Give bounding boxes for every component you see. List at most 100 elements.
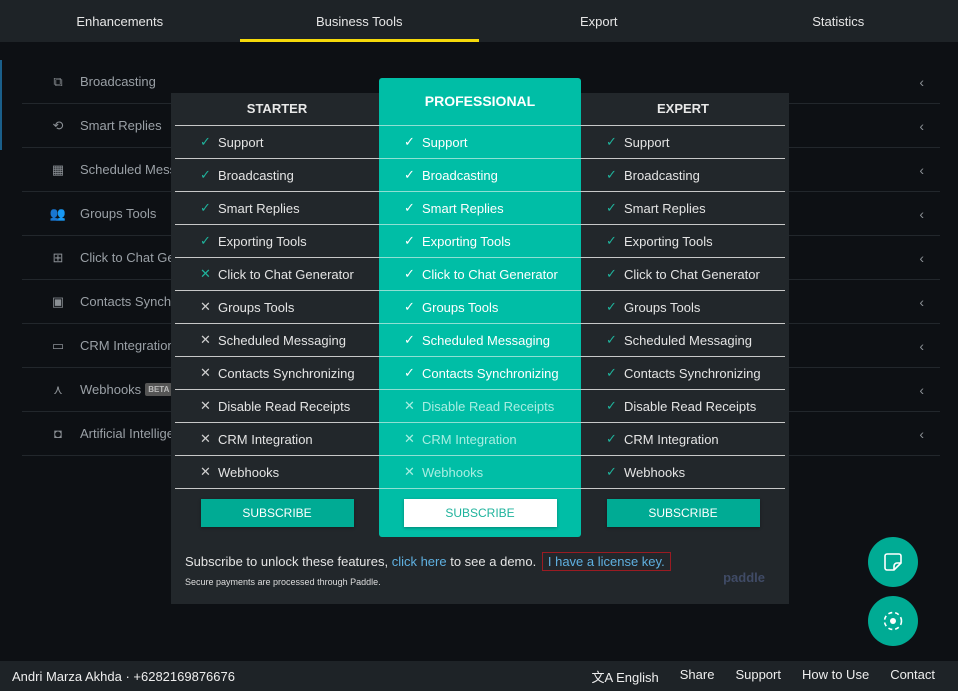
check-icon: ✓ bbox=[404, 332, 415, 347]
subscribe-button[interactable]: SUBSCRIBE bbox=[403, 499, 557, 527]
feature-name: Exporting Tools bbox=[624, 233, 713, 249]
feature-row: ✓ Exporting Tools bbox=[379, 224, 581, 257]
check-icon: ✓ bbox=[606, 332, 617, 347]
contact-link[interactable]: Contact bbox=[890, 667, 935, 686]
footer-text-1: Subscribe to unlock these features, bbox=[185, 554, 392, 569]
subscribe-button[interactable]: SUBSCRIBE bbox=[606, 499, 760, 527]
subscribe-button[interactable]: SUBSCRIBE bbox=[200, 499, 354, 527]
feature-name: Smart Replies bbox=[624, 200, 706, 216]
feature-name: Click to Chat Generator bbox=[422, 266, 558, 282]
webhook-icon: ⋏ bbox=[53, 381, 63, 397]
feature-name: Groups Tools bbox=[218, 299, 295, 315]
sidebar-item-label: Contacts Synchr bbox=[80, 294, 176, 309]
check-icon: ✓ bbox=[404, 200, 415, 215]
tab-statistics[interactable]: Statistics bbox=[719, 0, 958, 42]
feature-row: ✓ Smart Replies bbox=[379, 191, 581, 224]
feature-row: ✓ Scheduled Messaging bbox=[581, 323, 785, 356]
feature-name: Scheduled Messaging bbox=[422, 332, 550, 348]
chevron-left-icon[interactable]: ‹ bbox=[919, 118, 924, 134]
tab-export[interactable]: Export bbox=[479, 0, 719, 42]
chevron-left-icon[interactable]: ‹ bbox=[919, 74, 924, 90]
user-info: Andri Marza Akhda · +6282169876676 bbox=[12, 668, 235, 684]
sidebar-item-label: Webhooks bbox=[80, 382, 142, 397]
feature-row: ✕ Groups Tools bbox=[175, 290, 379, 323]
check-icon: ✓ bbox=[606, 266, 617, 281]
language-selector[interactable]: 文A English bbox=[592, 667, 659, 686]
feature-row: ✓ Groups Tools bbox=[379, 290, 581, 323]
footer-text-2: to see a demo. bbox=[446, 554, 537, 569]
chevron-left-icon[interactable]: ‹ bbox=[919, 426, 924, 442]
feature-row: ✓ Exporting Tools bbox=[581, 224, 785, 257]
feature-name: CRM Integration bbox=[218, 431, 313, 447]
license-key-link[interactable]: I have a license key. bbox=[541, 552, 671, 571]
feature-row: ✓ Click to Chat Generator bbox=[379, 257, 581, 290]
feature-row: ✓ Broadcasting bbox=[581, 158, 785, 191]
feature-row: ✓ Support bbox=[581, 125, 785, 158]
feature-row: ✕ CRM Integration bbox=[175, 422, 379, 455]
feature-row: ✕ CRM Integration bbox=[379, 422, 581, 455]
support-link[interactable]: Support bbox=[735, 667, 781, 686]
chevron-left-icon[interactable]: ‹ bbox=[919, 338, 924, 354]
focus-icon bbox=[883, 611, 903, 631]
feature-row: ✓ Click to Chat Generator bbox=[581, 257, 785, 290]
feature-row: ✕ Scheduled Messaging bbox=[175, 323, 379, 356]
sidebar-item-label: Broadcasting bbox=[80, 74, 156, 89]
feature-name: Webhooks bbox=[422, 464, 484, 480]
status-bar: Andri Marza Akhda · +6282169876676 文A En… bbox=[0, 661, 958, 691]
smart-replies-icon: ⟲ bbox=[52, 117, 64, 133]
chevron-left-icon[interactable]: ‹ bbox=[919, 162, 924, 178]
groups-icon: 👥 bbox=[49, 205, 67, 221]
feature-name: Click to Chat Generator bbox=[624, 266, 760, 282]
capture-button[interactable] bbox=[868, 596, 918, 646]
plan-expert-column: EXPERT ✓ Support ✓ Broadcasting ✓ Smart Replie… bbox=[581, 93, 785, 527]
demo-link[interactable]: click here bbox=[392, 554, 447, 569]
check-icon: ✓ bbox=[404, 167, 415, 182]
chevron-left-icon[interactable]: ‹ bbox=[919, 294, 924, 310]
how-to-use-link[interactable]: How to Use bbox=[802, 667, 869, 686]
language-label: English bbox=[616, 669, 659, 685]
chevron-left-icon[interactable]: ‹ bbox=[919, 250, 924, 266]
sidebar-item-label: Smart Replies bbox=[80, 118, 162, 133]
contacts-icon: ▣ bbox=[51, 293, 65, 309]
feature-row: ✓ Groups Tools bbox=[581, 290, 785, 323]
sticky-note-button[interactable] bbox=[868, 537, 918, 587]
feature-name: Groups Tools bbox=[624, 299, 701, 315]
top-tabs: Enhancements Business Tools Export Stati… bbox=[0, 0, 958, 42]
feature-name: Exporting Tools bbox=[218, 233, 307, 249]
feature-row: ✓ CRM Integration bbox=[581, 422, 785, 455]
feature-name: Scheduled Messaging bbox=[218, 332, 346, 348]
tab-enhancements[interactable]: Enhancements bbox=[0, 0, 240, 42]
plan-name: EXPERT bbox=[656, 101, 709, 116]
feature-row: ✓ Exporting Tools bbox=[175, 224, 379, 257]
feature-row: ✕ Disable Read Receipts bbox=[379, 389, 581, 422]
footer-text: Subscribe to unlock these features, clic… bbox=[185, 552, 671, 571]
feature-name: Broadcasting bbox=[422, 167, 498, 183]
plan-starter-column: STARTER ✓ Support ✓ Broadcasting ✓ Smart Repli… bbox=[175, 93, 379, 527]
chevron-left-icon[interactable]: ‹ bbox=[919, 382, 924, 398]
feature-name: Exporting Tools bbox=[422, 233, 511, 249]
feature-name: Support bbox=[218, 134, 264, 150]
translate-icon: 文A bbox=[591, 669, 613, 685]
cross-icon: ✕ bbox=[404, 398, 415, 413]
feature-name: Support bbox=[624, 134, 670, 150]
feature-row: ✓ Contacts Synchronizing bbox=[379, 356, 581, 389]
tab-business-tools[interactable]: Business Tools bbox=[239, 0, 480, 42]
feature-name: Broadcasting bbox=[218, 167, 294, 183]
feature-name: Scheduled Messaging bbox=[624, 332, 752, 348]
feature-row: ✓ Disable Read Receipts bbox=[581, 389, 785, 422]
check-icon: ✓ bbox=[606, 464, 617, 479]
check-icon: ✓ bbox=[200, 167, 211, 182]
scrollbar[interactable] bbox=[0, 60, 2, 150]
sticky-note-icon bbox=[884, 553, 902, 571]
share-link[interactable]: Share bbox=[680, 667, 715, 686]
chip-icon: ◘ bbox=[54, 426, 62, 441]
chevron-left-icon[interactable]: ‹ bbox=[919, 206, 924, 222]
check-icon: ✓ bbox=[606, 134, 617, 149]
cross-icon: ✕ bbox=[200, 332, 211, 347]
sidebar-item-label: Click to Chat Ge bbox=[80, 250, 175, 265]
feature-row: ✓ Scheduled Messaging bbox=[379, 323, 581, 356]
check-icon: ✓ bbox=[404, 134, 415, 149]
feature-name: CRM Integration bbox=[624, 431, 719, 447]
check-icon: ✓ bbox=[404, 299, 415, 314]
cross-icon: ✕ bbox=[200, 299, 211, 314]
